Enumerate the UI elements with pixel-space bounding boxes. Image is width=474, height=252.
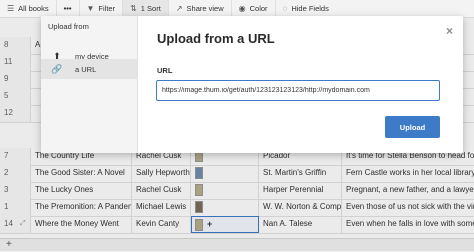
expand-icon[interactable]: ⤢	[20, 216, 26, 233]
upload-dialog: Upload from ⬆ my device 🔗 a URL Upload f…	[41, 16, 463, 153]
color-label: Color	[249, 4, 268, 13]
author-cell[interactable]: Sally Hepworth	[132, 165, 191, 182]
title-cell[interactable]: The Good Sister: A Novel	[31, 165, 132, 182]
row-number: 14 ⤢	[0, 216, 31, 233]
title-cell[interactable]: The Lucky Ones	[31, 182, 132, 199]
title-cell[interactable]: Where the Money Went	[31, 216, 132, 233]
row-number: 12	[0, 105, 31, 122]
upload-url-panel: Upload from a URL × URL Upload	[137, 16, 463, 153]
hide-fields-label: Hide Fields	[291, 4, 329, 13]
author-cell[interactable]: Kevin Canty	[132, 216, 191, 233]
publisher-cell[interactable]: W. W. Norton & Comp...	[259, 199, 342, 216]
author-cell[interactable]: Rachel Cusk	[132, 182, 191, 199]
upload-source-label: a URL	[75, 64, 97, 74]
url-input[interactable]	[156, 80, 440, 101]
row-number: 9	[0, 71, 31, 88]
dialog-title: Upload from a URL	[157, 31, 275, 46]
table-row[interactable]: 1 The Premonition: A Pandem... Michael L…	[0, 199, 474, 217]
cover-thumbnail[interactable]	[195, 200, 203, 213]
upload-source-title: Upload from	[48, 22, 89, 31]
upload-button[interactable]: Upload	[385, 116, 440, 138]
cover-cell[interactable]	[191, 199, 259, 216]
cover-cell[interactable]	[191, 182, 259, 199]
cover-thumbnail[interactable]	[195, 183, 203, 196]
share-view-label: Share view	[186, 4, 224, 13]
publisher-cell[interactable]: St. Martin's Griffin	[259, 165, 342, 182]
menu-icon: ☰	[7, 4, 15, 13]
sort-button[interactable]: ⇅ 1 Sort	[123, 0, 169, 17]
share-view-button[interactable]: ↗ Share view	[169, 0, 232, 17]
upload-source-url[interactable]: 🔗 a URL	[41, 59, 137, 79]
more-icon: •••	[63, 4, 72, 13]
filter-label: Filter	[98, 4, 116, 13]
view-switcher[interactable]: ☰ All books	[0, 0, 57, 17]
row-number-text: 14	[4, 219, 13, 228]
sort-icon: ⇅	[130, 4, 137, 13]
palette-icon: ◉	[238, 4, 246, 13]
description-cell[interactable]: Fern Castle works in her local library. …	[342, 165, 474, 182]
description-cell[interactable]: Even when he falls in love with someone	[342, 216, 474, 233]
cover-cell[interactable]	[191, 165, 259, 182]
hide-fields-button[interactable]: ◌ Hide Fields	[276, 0, 336, 17]
link-icon: 🔗	[51, 63, 63, 74]
row-number: 2	[0, 165, 31, 182]
filter-icon: ▼	[86, 4, 95, 13]
cover-thumbnail[interactable]	[195, 166, 203, 179]
table-row[interactable]: 3 The Lucky Ones Rachel Cusk Harper Pere…	[0, 182, 474, 200]
row-number: 5	[0, 88, 31, 105]
eye-off-icon: ◌	[282, 4, 288, 13]
title-cell[interactable]: The Premonition: A Pandem...	[31, 199, 132, 216]
publisher-cell[interactable]: Nan A. Talese	[259, 216, 342, 233]
cover-cell[interactable]: +	[191, 216, 259, 233]
table-row[interactable]: 14 ⤢ Where the Money Went Kevin Canty + N…	[0, 216, 474, 234]
view-name: All books	[18, 4, 49, 13]
row-number: 8	[0, 37, 31, 54]
filter-button[interactable]: ▼ Filter	[80, 0, 124, 17]
add-record-icon[interactable]: +	[6, 239, 12, 251]
description-cell[interactable]: Pregnant, a new father, and a lawyer	[342, 182, 474, 199]
cover-thumbnail[interactable]	[195, 218, 203, 231]
row-number: 7	[0, 148, 31, 165]
description-cell[interactable]: Even those of us not sick with the virus	[342, 199, 474, 216]
row-number: 1	[0, 199, 31, 216]
share-icon: ↗	[175, 4, 183, 13]
publisher-cell[interactable]: Harper Perennial	[259, 182, 342, 199]
url-label: URL	[157, 66, 173, 75]
grid-footer: +	[0, 238, 474, 252]
close-icon[interactable]: ×	[446, 24, 453, 38]
more-options-button[interactable]: •••	[57, 0, 80, 17]
author-cell[interactable]: Michael Lewis	[132, 199, 191, 216]
upload-source-sidebar: Upload from ⬆ my device 🔗 a URL	[41, 16, 138, 153]
add-attachment-icon[interactable]: +	[207, 219, 212, 229]
table-row[interactable]: 2 The Good Sister: A Novel Sally Hepwort…	[0, 165, 474, 183]
color-button[interactable]: ◉ Color	[232, 0, 276, 17]
sort-label: 1 Sort	[140, 4, 161, 13]
row-number: 11	[0, 54, 31, 71]
row-number: 3	[0, 182, 31, 199]
